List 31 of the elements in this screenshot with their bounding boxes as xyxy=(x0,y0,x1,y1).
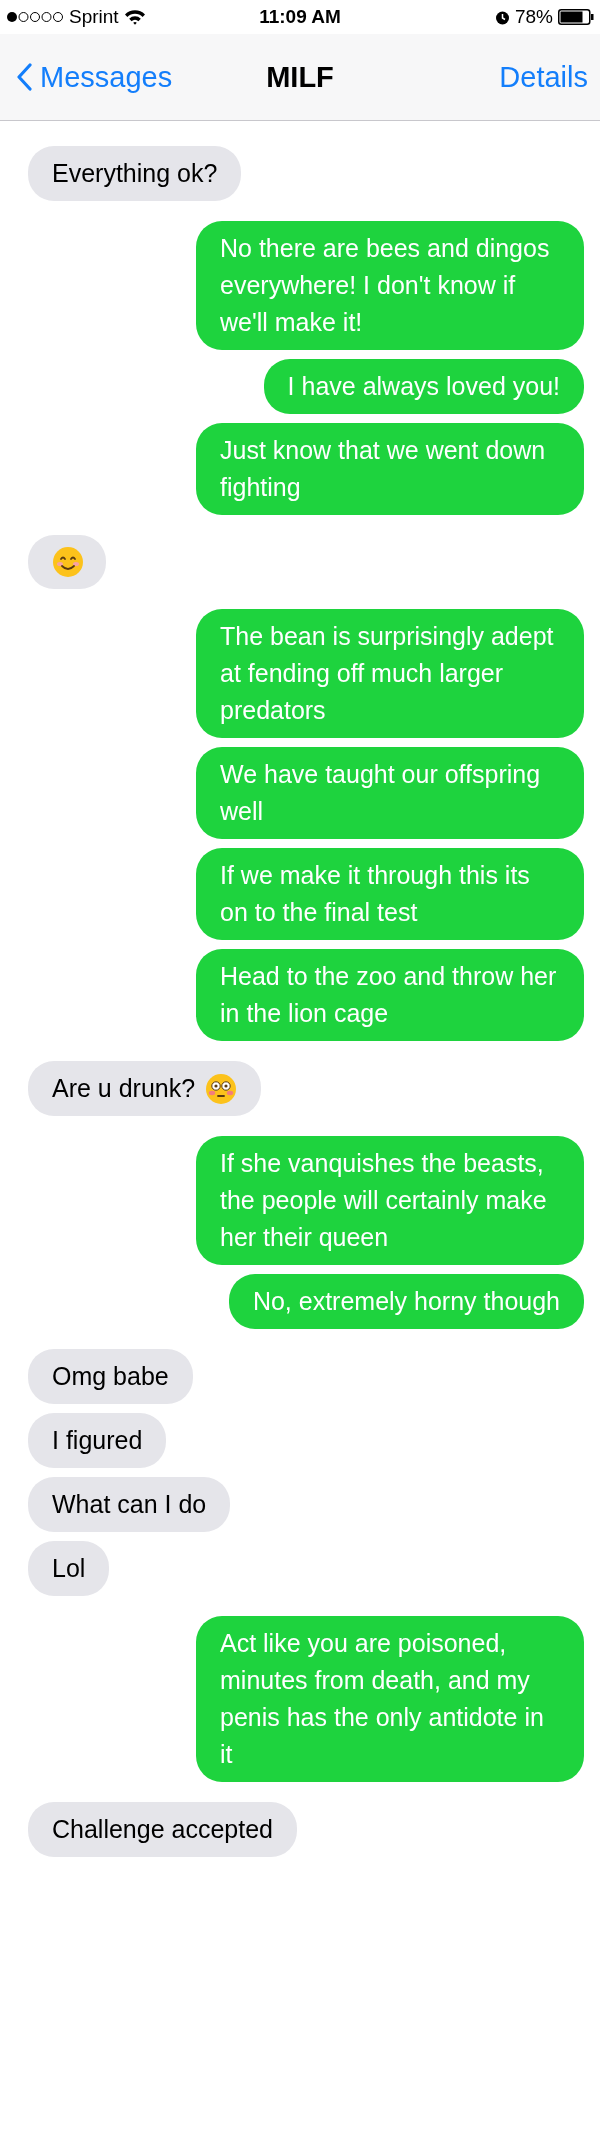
message-text: Are u drunk? xyxy=(52,1073,196,1104)
message-text: Just know that we went down fighting xyxy=(220,435,547,503)
chevron-left-icon xyxy=(16,63,32,91)
battery-percent: 78% xyxy=(514,6,553,28)
details-link[interactable]: Details xyxy=(499,60,588,94)
message-text: I have always loved you! xyxy=(287,371,560,402)
status-time: 11:09 AM xyxy=(258,6,342,28)
message-text: Everything ok? xyxy=(52,158,218,189)
message-text: What can I do xyxy=(52,1489,207,1520)
message-text: No there are bees and dingos everywhere! I don't know if we'll make it! xyxy=(220,233,551,338)
message-text: If she vanquishes the beasts, the people will certainly make her their queen xyxy=(220,1148,548,1253)
message-text: Head to the zoo and throw her in the lion cage xyxy=(220,961,558,1029)
conversation-title: MILF xyxy=(265,60,335,94)
smiling-face-icon xyxy=(52,546,84,578)
back-link[interactable]: Messages xyxy=(16,60,173,94)
message-text: I figured xyxy=(52,1425,143,1456)
wifi-icon xyxy=(123,9,146,25)
signal-icon xyxy=(6,11,64,23)
alarm-clock-icon xyxy=(494,9,510,25)
message-text: If we make it through this its on to the final test xyxy=(220,860,531,928)
message-text: Act like you are poisoned, minutes from death, and my penis has the only antidote in it xyxy=(220,1628,545,1770)
carrier-name: Sprint xyxy=(69,6,119,28)
message-text: Challenge accepted xyxy=(52,1814,273,1845)
message-text: No, extremely horny though xyxy=(252,1286,560,1317)
message-text: The bean is surprisingly adept at fending off much larger predators xyxy=(220,621,555,726)
back-label[interactable]: Messages xyxy=(40,60,173,94)
battery-icon xyxy=(558,9,594,25)
message-text: Lol xyxy=(52,1553,86,1584)
message-text: Omg babe xyxy=(52,1361,169,1392)
flushed-face-icon xyxy=(205,1072,238,1105)
message-text: We have taught our offspring well xyxy=(220,759,542,827)
